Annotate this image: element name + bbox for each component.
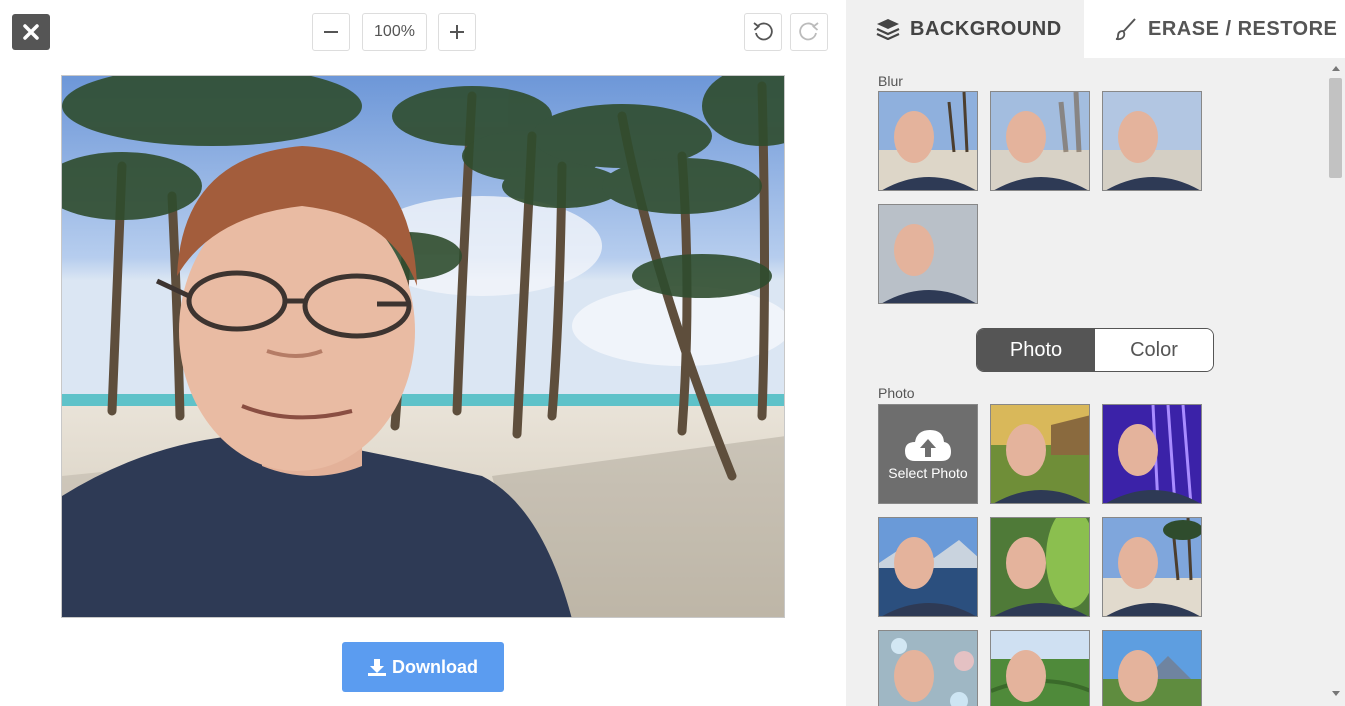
blur-option[interactable]: [1102, 91, 1202, 191]
close-icon: [22, 23, 40, 41]
background-photo-option[interactable]: [878, 517, 978, 617]
tab-background[interactable]: BACKGROUND: [846, 0, 1084, 58]
minus-icon: [322, 23, 340, 41]
edited-photo[interactable]: [61, 75, 785, 618]
photo-section-label: Photo: [878, 385, 915, 401]
blur-section-label: Blur: [878, 73, 903, 89]
zoom-level[interactable]: 100%: [362, 13, 427, 51]
panel-scrollbar[interactable]: [1326, 58, 1345, 706]
color-mode-button[interactable]: Color: [1095, 329, 1213, 371]
blur-option[interactable]: [990, 91, 1090, 191]
redo-icon: [797, 20, 821, 44]
app-window: 100% Download BACKGROUND ERASE / RESTORE…: [0, 0, 1345, 706]
undo-button[interactable]: [744, 13, 782, 51]
layers-icon: [876, 18, 900, 40]
background-photo-option[interactable]: [990, 517, 1090, 617]
background-photo-option[interactable]: [1102, 404, 1202, 504]
background-photo-option[interactable]: [990, 630, 1090, 706]
photo-mode-button[interactable]: Photo: [977, 329, 1095, 371]
redo-button[interactable]: [790, 13, 828, 51]
download-button[interactable]: Download: [342, 642, 504, 692]
scroll-down-arrow[interactable]: [1326, 685, 1345, 701]
zoom-value: 100%: [374, 23, 415, 40]
background-photo-option[interactable]: [1102, 630, 1202, 706]
download-icon: [368, 658, 386, 676]
background-photo-option[interactable]: [878, 630, 978, 706]
blur-option[interactable]: [878, 91, 978, 191]
scroll-up-arrow[interactable]: [1326, 60, 1345, 76]
scroll-thumb[interactable]: [1329, 78, 1342, 178]
brush-icon: [1114, 17, 1138, 41]
background-photo-option[interactable]: [990, 404, 1090, 504]
tab-erase-restore[interactable]: ERASE / RESTORE: [1084, 0, 1345, 58]
editor-area: 100% Download: [0, 0, 846, 706]
tab-erase-restore-label: ERASE / RESTORE: [1148, 17, 1338, 40]
background-photo-option[interactable]: [1102, 517, 1202, 617]
mode-toggle: Photo Color: [976, 328, 1214, 372]
zoom-out-button[interactable]: [312, 13, 350, 51]
download-label: Download: [392, 656, 478, 677]
blur-option[interactable]: [878, 204, 978, 304]
panel-tabs: BACKGROUND ERASE / RESTORE: [846, 0, 1345, 58]
select-photo-button[interactable]: Select Photo: [878, 404, 978, 504]
tab-background-label: BACKGROUND: [910, 17, 1062, 40]
select-photo-label: Select Photo: [888, 465, 968, 481]
zoom-in-button[interactable]: [438, 13, 476, 51]
side-panel: BACKGROUND ERASE / RESTORE Blur Photo Co…: [846, 0, 1345, 706]
close-button[interactable]: [12, 14, 50, 50]
background-options: Blur Photo Color Photo Select Photo: [846, 58, 1326, 706]
cloud-upload-icon: [903, 427, 953, 463]
undo-icon: [751, 20, 775, 44]
plus-icon: [448, 23, 466, 41]
